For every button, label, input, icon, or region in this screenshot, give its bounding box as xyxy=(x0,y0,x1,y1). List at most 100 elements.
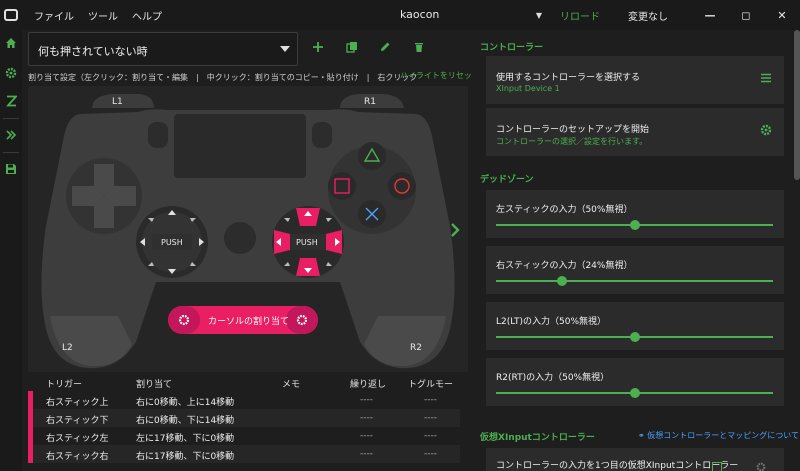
profile-dropdown-icon[interactable]: ▼ xyxy=(536,11,542,20)
cursor-left-gear-button[interactable] xyxy=(168,306,200,334)
menu-icon[interactable] xyxy=(760,72,772,87)
link-icon: ⚭ xyxy=(638,431,645,440)
row-highlight xyxy=(28,427,33,445)
settings-scrollbar[interactable] xyxy=(794,30,800,180)
gear-icon[interactable] xyxy=(760,124,772,139)
menu-tools[interactable]: ツール xyxy=(88,8,118,23)
table-header: トリガー 割り当て メモ 繰り返し トグルモード xyxy=(28,373,460,403)
expand-icon[interactable] xyxy=(4,128,18,142)
right-push-label: PUSH xyxy=(296,238,318,247)
touchpad[interactable] xyxy=(174,114,306,178)
add-icon[interactable] xyxy=(311,40,325,54)
row-toggle: ---- xyxy=(424,395,437,405)
reset-highlight-link[interactable]: ハイライトをリセット xyxy=(400,70,480,81)
window-title: kaocon xyxy=(400,8,440,21)
row-assign: 右に0移動、上に14移動 xyxy=(136,398,235,408)
assignment-hint: 割り当て設定（左クリック：割り当て・編集 | 中クリック：割り当てのコピー・貼り… xyxy=(28,73,418,82)
virtual-mapping-link[interactable]: ⚭ 仮想コントローラーとマッピングについて xyxy=(638,430,799,441)
close-icon[interactable]: ✕ xyxy=(764,9,800,22)
setup-title: コントローラーのセットアップを開始 xyxy=(496,125,650,135)
row-highlight xyxy=(28,445,33,463)
row-repeat: ---- xyxy=(360,413,373,423)
l2-deadzone-thumb[interactable] xyxy=(629,332,640,342)
col-assign[interactable]: 割り当て xyxy=(136,377,172,390)
table-row[interactable]: 右スティック下 右に0移動、下に14移動 ---- ---- xyxy=(28,409,460,427)
virtual-controller-checkbox[interactable] xyxy=(712,462,722,471)
edit-icon[interactable] xyxy=(378,40,392,54)
controller-diagram: L1 R1 L2 R2 PUSH PUSH カーソルの割り当て xyxy=(41,94,455,369)
right-stick-up[interactable] xyxy=(296,208,320,226)
table-row[interactable]: 右スティック右 右に17移動、下に0移動 ---- ---- xyxy=(28,445,460,463)
controller-setup-card[interactable]: コントローラーのセットアップを開始 コントローラーの選択／設定を行います。 xyxy=(486,108,784,156)
menu-help[interactable]: ヘルプ xyxy=(132,8,162,23)
menu-bar: ファイル ツール ヘルプ xyxy=(34,8,176,23)
row-toggle: ---- xyxy=(424,413,437,423)
left-stick-deadzone-thumb[interactable] xyxy=(629,220,640,230)
row-highlight xyxy=(28,409,33,427)
reload-button[interactable]: リロード xyxy=(560,8,600,23)
share-button[interactable] xyxy=(148,122,168,148)
copy-icon[interactable] xyxy=(345,40,359,54)
circle-button[interactable] xyxy=(388,172,416,200)
cursor-assign-label: カーソルの割り当て xyxy=(208,315,289,327)
change-status: 変更なし xyxy=(628,11,668,23)
r2-deadzone-label: R2(RT)の入力（50%無視） xyxy=(496,373,610,383)
row-repeat: ---- xyxy=(360,449,373,459)
options-button[interactable] xyxy=(312,122,332,148)
r2-button[interactable] xyxy=(364,316,446,367)
sidebar xyxy=(0,30,22,471)
save-icon[interactable] xyxy=(4,162,18,176)
row-assign: 右に17移動、下に0移動 xyxy=(136,452,235,462)
chevron-right-icon[interactable] xyxy=(450,222,460,242)
title-bar: ファイル ツール ヘルプ kaocon ▼ リロード 変更なし — ◻ ✕ xyxy=(0,0,800,30)
row-toggle: ---- xyxy=(424,431,437,441)
right-stick-deadzone-track[interactable] xyxy=(496,280,773,282)
l1-button[interactable] xyxy=(92,94,154,108)
menu-file[interactable]: ファイル xyxy=(34,8,74,23)
table-row[interactable]: 右スティック左 左に17移動、下に0移動 ---- ---- xyxy=(28,427,460,445)
row-highlight xyxy=(28,391,33,409)
triangle-button[interactable] xyxy=(358,142,386,170)
virtual-controller-section-title: 仮想XInputコントローラー xyxy=(480,433,595,443)
app-icon xyxy=(4,9,18,21)
gear-icon[interactable] xyxy=(756,462,766,471)
virtual-mapping-link-label: 仮想コントローラーとマッピングについて xyxy=(647,431,800,440)
l2-deadzone-card: L2(LT)の入力（50%無視） xyxy=(486,302,784,350)
right-stick-down[interactable] xyxy=(296,258,320,276)
virtual-controller-card[interactable]: コントローラーの入力を1つ目の仮想XInputコントローラー xyxy=(486,448,784,471)
l2-label: L2 xyxy=(62,343,73,353)
row-trigger: 右スティック右 xyxy=(46,452,109,462)
home-icon[interactable] xyxy=(4,36,18,50)
assignment-table: トリガー 割り当て メモ 繰り返し トグルモード 右スティック上 右に0移動、上… xyxy=(28,373,460,463)
row-trigger: 右スティック左 xyxy=(46,434,109,444)
profile-select-value: 何も押されていない時 xyxy=(38,45,148,58)
col-repeat[interactable]: 繰り返し xyxy=(350,377,386,390)
right-stick-deadzone-card: 右スティックの入力（24%無視） xyxy=(486,246,784,294)
r2-deadzone-thumb[interactable] xyxy=(629,388,640,398)
row-assign: 右に0移動、下に14移動 xyxy=(136,416,235,426)
ps-button[interactable] xyxy=(224,222,256,254)
chevron-down-icon xyxy=(280,46,290,52)
profile-select[interactable]: 何も押されていない時 xyxy=(28,32,298,66)
col-trigger[interactable]: トリガー xyxy=(46,377,82,390)
z-icon[interactable] xyxy=(4,94,18,108)
maximize-icon[interactable]: ◻ xyxy=(728,9,764,22)
table-row[interactable]: 右スティック上 右に0移動、上に14移動 ---- ---- xyxy=(28,391,460,409)
left-stick-deadzone-label: 左スティックの入力（50%無視） xyxy=(496,205,633,215)
col-memo[interactable]: メモ xyxy=(282,377,300,390)
gear-icon[interactable] xyxy=(4,66,18,80)
l2-button[interactable] xyxy=(50,316,132,367)
l2-deadzone-label: L2(LT)の入力（50%無視） xyxy=(496,317,607,327)
minimize-icon[interactable]: — xyxy=(692,9,728,22)
cursor-right-gear-button[interactable] xyxy=(286,306,318,334)
square-button[interactable] xyxy=(328,172,356,200)
row-trigger: 右スティック上 xyxy=(46,398,109,408)
right-stick-deadzone-thumb[interactable] xyxy=(557,276,568,286)
controller-device-name: XInput Device 1 xyxy=(496,84,560,93)
l1-label: L1 xyxy=(112,97,123,107)
controller-section-title: コントローラー xyxy=(480,43,544,53)
r1-label: R1 xyxy=(364,97,376,107)
select-controller-card[interactable]: 使用するコントローラーを選択する XInput Device 1 xyxy=(486,56,784,104)
delete-icon[interactable] xyxy=(412,40,426,54)
setup-subtitle: コントローラーの選択／設定を行います。 xyxy=(496,137,648,146)
